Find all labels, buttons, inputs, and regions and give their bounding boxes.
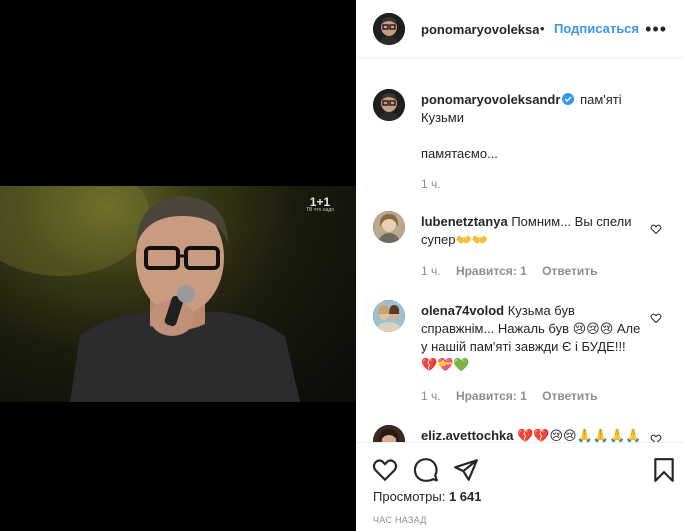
- avatar[interactable]: [373, 89, 405, 121]
- follow-button[interactable]: Подписаться: [554, 21, 639, 36]
- comment-body: eliz.avettochka 💔💔😢😢🙏🙏🙏🙏🙏🙏: [421, 427, 641, 442]
- avatar[interactable]: [373, 211, 405, 243]
- comment-time[interactable]: 1 ч.: [421, 389, 441, 403]
- avatar-image: [373, 89, 405, 121]
- video-player[interactable]: 1+1 ТВ что надо: [0, 186, 356, 402]
- comment-like-heart-icon[interactable]: [650, 433, 662, 442]
- avatar-image: [373, 13, 405, 45]
- share-paper-plane-icon[interactable]: [453, 457, 479, 483]
- avatar-image: [373, 300, 405, 332]
- avatar-image: [373, 425, 405, 442]
- caption-username[interactable]: ponomaryovoleksandr: [421, 92, 560, 107]
- comment-username[interactable]: lubenetztanya: [421, 214, 508, 229]
- views-label: Просмотры:: [373, 489, 446, 504]
- comment-likes[interactable]: Нравится: 1: [456, 389, 527, 403]
- caption-body: ponomaryovoleksandr пам'яті Кузьми памят…: [421, 91, 641, 163]
- like-heart-icon[interactable]: [372, 457, 398, 483]
- caption-meta: 1 ч.: [421, 177, 453, 191]
- avatar[interactable]: [373, 425, 405, 442]
- comment-username[interactable]: eliz.avettochka: [421, 428, 514, 442]
- avatar[interactable]: [373, 13, 405, 45]
- reply-button[interactable]: Ответить: [542, 264, 597, 278]
- comment-text: 💔💔😢😢🙏🙏🙏🙏🙏🙏: [517, 428, 641, 442]
- comments-list[interactable]: ponomaryovoleksandr пам'яті Кузьми памят…: [356, 59, 683, 442]
- comment-likes[interactable]: Нравится: 1: [456, 264, 527, 278]
- comment-like-heart-icon[interactable]: [650, 223, 662, 235]
- save-bookmark-icon[interactable]: [653, 457, 675, 483]
- caption-time[interactable]: 1 ч.: [421, 177, 441, 191]
- comment-time[interactable]: 1 ч.: [421, 264, 441, 278]
- verified-badge-icon: [562, 93, 575, 105]
- comment-bubble-icon[interactable]: [413, 457, 439, 483]
- comment-like-heart-icon[interactable]: [650, 312, 662, 324]
- header-username[interactable]: ponomaryovoleksa: [421, 22, 539, 37]
- separator-dot: •: [540, 21, 545, 36]
- post-header: ponomaryovoleksa • Подписаться •••: [356, 0, 683, 58]
- view-count[interactable]: Просмотры: 1 641: [373, 489, 482, 504]
- singer-image: [0, 186, 300, 402]
- caption-text-2: памятаємо...: [421, 146, 498, 161]
- comment-meta: 1 ч. Нравится: 1 Ответить: [421, 264, 610, 278]
- post-panel: ponomaryovoleksa • Подписаться ••• ponom…: [356, 0, 683, 531]
- comment-body: lubenetztanya Помним... Вы спели супер👐👐: [421, 213, 641, 249]
- more-options-icon[interactable]: •••: [645, 20, 667, 38]
- comment-username[interactable]: olena74volod: [421, 303, 504, 318]
- post-timestamp[interactable]: час назад: [373, 515, 427, 525]
- views-number: 1 641: [448, 489, 482, 504]
- comment-body: olena74volod Кузьма був справжнім... Наж…: [421, 302, 641, 374]
- comment-meta: 1 ч. Нравится: 1 Ответить: [421, 389, 610, 403]
- avatar-image: [373, 211, 405, 243]
- channel-logo: 1+1 ТВ что надо: [305, 195, 334, 213]
- avatar[interactable]: [373, 300, 405, 332]
- reply-button[interactable]: Ответить: [542, 389, 597, 403]
- post-media[interactable]: 1+1 ТВ что надо: [0, 0, 356, 531]
